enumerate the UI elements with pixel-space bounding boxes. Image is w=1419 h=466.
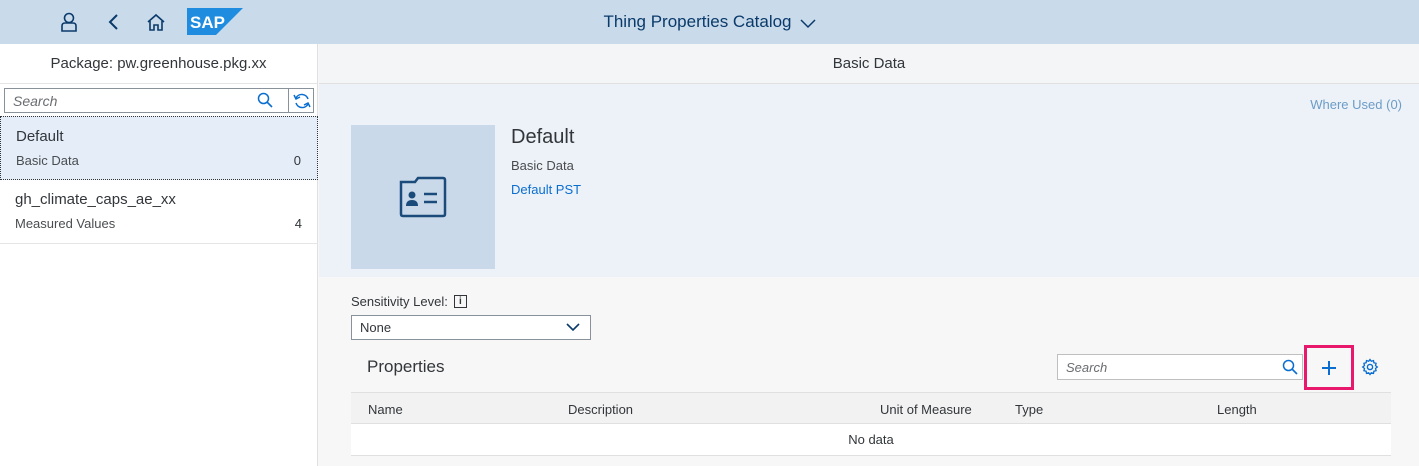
sap-logo[interactable]: SAP (187, 8, 243, 35)
document-card-icon (399, 176, 447, 218)
info-icon[interactable]: i (453, 295, 467, 308)
app-title-menu[interactable]: Thing Properties Catalog (603, 12, 816, 32)
detail-header: Basic Data (319, 44, 1419, 84)
column-header-length[interactable]: Length (1217, 402, 1257, 417)
sensitivity-select[interactable]: None (351, 315, 591, 340)
list-item[interactable]: gh_climate_caps_ae_xx Measured Values 4 (0, 180, 318, 244)
refresh-icon[interactable] (288, 88, 314, 113)
sensitivity-label: Sensitivity Level: i (351, 294, 467, 309)
object-header: Where Used (0) Default Basic Data Defaul… (319, 84, 1419, 277)
chevron-down-icon (566, 323, 580, 332)
svg-text:SAP: SAP (190, 13, 225, 32)
object-link[interactable]: Default PST (511, 182, 581, 197)
column-header-name[interactable]: Name (368, 402, 403, 417)
package-header: Package: pw.greenhouse.pkg.xx (0, 44, 317, 84)
properties-search-input[interactable] (1058, 355, 1278, 379)
list-item-count: 4 (294, 216, 302, 231)
home-icon[interactable] (142, 8, 170, 36)
sensitivity-value: None (360, 320, 392, 335)
list-item-title: Default (16, 128, 64, 145)
column-header-description[interactable]: Description (568, 402, 633, 417)
master-search (4, 88, 314, 113)
detail-pane: Basic Data Where Used (0) Default Basic … (319, 44, 1419, 466)
where-used-link[interactable]: Where Used (0) (1310, 97, 1402, 112)
gear-icon[interactable] (1361, 358, 1379, 381)
properties-title: Properties (367, 357, 445, 376)
list-item-title: gh_climate_caps_ae_xx (15, 191, 176, 208)
user-icon[interactable] (55, 8, 83, 36)
column-header-type[interactable]: Type (1015, 402, 1043, 417)
search-icon[interactable] (1282, 359, 1298, 380)
master-pane: Package: pw.greenhouse.pkg.xx Default Ba… (0, 44, 318, 466)
master-search-input[interactable] (5, 89, 245, 112)
object-subtitle: Basic Data (511, 158, 574, 173)
table-header: Name Description Unit of Measure Type Le… (351, 392, 1391, 424)
plus-icon (1322, 360, 1336, 375)
add-property-button[interactable] (1304, 345, 1354, 390)
list-item-subtitle: Measured Values (15, 216, 116, 231)
list-item[interactable]: Default Basic Data 0 (0, 116, 318, 180)
column-header-unit-of-measure[interactable]: Unit of Measure (880, 402, 972, 417)
list-item-count: 0 (293, 153, 301, 168)
app-title: Thing Properties Catalog (603, 12, 792, 31)
back-icon[interactable] (100, 8, 128, 36)
properties-search (1057, 354, 1303, 380)
object-title: Default (511, 126, 575, 148)
properties-toolbar: Properties (351, 344, 1391, 396)
no-data-row: No data (351, 424, 1391, 456)
avatar (351, 125, 495, 269)
chevron-down-icon (799, 19, 816, 29)
search-icon[interactable] (257, 92, 275, 110)
sensitivity-label-text: Sensitivity Level: (351, 294, 448, 309)
shell-bar: SAP Thing Properties Catalog (0, 0, 1419, 44)
list-item-subtitle: Basic Data (16, 153, 79, 168)
